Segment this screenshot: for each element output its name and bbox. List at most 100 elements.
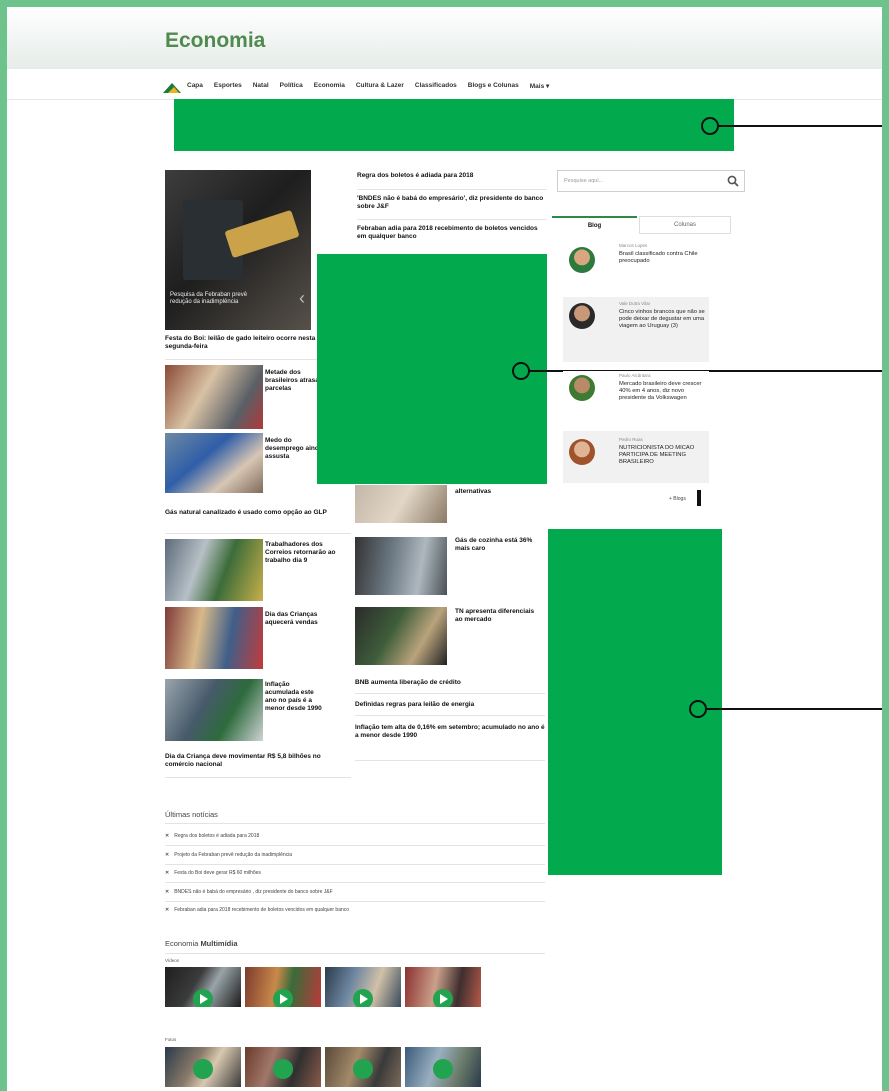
blog-title[interactable]: NUTRICIONISTA DO MICAO PARTICIPA DE MEET… bbox=[619, 445, 709, 466]
photo-icon[interactable] bbox=[433, 1059, 453, 1079]
page-title[interactable]: Economia bbox=[165, 29, 265, 53]
nav-item-blogs[interactable]: Blogs e Colunas bbox=[468, 82, 519, 90]
thumb-image[interactable] bbox=[165, 433, 263, 493]
headline-febraban[interactable]: Febraban adia para 2018 recebimento de b… bbox=[357, 225, 547, 241]
headline-bndes[interactable]: 'BNDES não é babá do empresário', diz pr… bbox=[357, 195, 547, 211]
tab-blog[interactable]: Blog bbox=[552, 216, 637, 234]
latest-news-text[interactable]: Febraban adia para 2018 recebimento de b… bbox=[174, 907, 349, 913]
play-icon[interactable] bbox=[273, 989, 293, 1007]
latest-news-text[interactable]: Festa do Boi deve gerar R$ 60 milhões bbox=[174, 870, 261, 876]
nav-item-esportes[interactable]: Esportes bbox=[214, 82, 242, 90]
nav-item-capa[interactable]: Capa bbox=[187, 82, 203, 90]
hero-caption[interactable]: Pesquisa da Febraban prevê redução da in… bbox=[170, 292, 270, 306]
latest-news-item[interactable]: ✕ BNDES não é babá do empresário , diz pr… bbox=[165, 889, 333, 895]
headline-dia-crianca[interactable]: Dia da Criança deve movimentar R$ 5,8 bi… bbox=[165, 753, 345, 769]
divider bbox=[165, 953, 545, 954]
blog-author[interactable]: Marcos Lopes bbox=[619, 243, 647, 248]
bullet-icon: ✕ bbox=[165, 907, 170, 913]
headline-leilao[interactable]: Definidas regras para leilão de energia bbox=[355, 701, 545, 709]
blog-title[interactable]: Mercado brasileiro deve crescer 40% em 4… bbox=[619, 381, 709, 402]
photo-thumb[interactable] bbox=[165, 1047, 241, 1087]
nav-item-cultura[interactable]: Cultura & Lazer bbox=[356, 82, 404, 90]
thumb-image[interactable] bbox=[355, 485, 447, 523]
list-item-alternativas[interactable]: alternativas bbox=[455, 488, 535, 496]
nav-item-politica[interactable]: Política bbox=[280, 82, 303, 90]
list-item-medo[interactable]: Medo do desemprego ainda assusta bbox=[265, 437, 325, 461]
thumb-image[interactable] bbox=[165, 539, 263, 601]
search-input[interactable]: Pesquise aqui... bbox=[564, 178, 603, 184]
divider bbox=[165, 901, 545, 902]
search-icon[interactable] bbox=[727, 175, 739, 187]
divider bbox=[165, 777, 351, 778]
latest-news-item[interactable]: ✕ Regra dos boletos é adiada para 2018 bbox=[165, 833, 259, 839]
photos-label: Fotos bbox=[165, 1037, 177, 1042]
search-box[interactable]: Pesquise aqui... bbox=[557, 170, 745, 192]
nav-item-economia[interactable]: Economia bbox=[314, 82, 345, 90]
list-item-tn[interactable]: TN apresenta diferenciais ao mercado bbox=[455, 608, 535, 624]
play-icon[interactable] bbox=[193, 989, 213, 1007]
headline-boletos[interactable]: Regra dos boletos é adiada para 2018 bbox=[357, 172, 547, 180]
photo-icon[interactable] bbox=[193, 1059, 213, 1079]
logo-icon[interactable] bbox=[163, 81, 181, 93]
thumb-image[interactable] bbox=[355, 607, 447, 665]
thumb-image[interactable] bbox=[165, 607, 263, 669]
nav-item-mais[interactable]: Mais ▾ bbox=[530, 82, 550, 90]
multimedia-title-bold: Multimídia bbox=[200, 939, 238, 948]
chevron-left-icon[interactable]: ‹ bbox=[299, 288, 305, 309]
callout-line-banner bbox=[718, 125, 882, 127]
photo-icon[interactable] bbox=[273, 1059, 293, 1079]
video-thumb[interactable] bbox=[325, 967, 401, 1007]
latest-news-item[interactable]: ✕ Projeto da Febraban prevê redução da in… bbox=[165, 852, 292, 858]
divider bbox=[355, 715, 545, 716]
play-icon[interactable] bbox=[353, 989, 373, 1007]
list-item-gas-cozinha[interactable]: Gás de cozinha está 36% mais caro bbox=[455, 537, 535, 553]
blog-item[interactable]: Pedro Ruas NUTRICIONISTA DO MICAO PARTIC… bbox=[563, 431, 709, 483]
avatar bbox=[569, 303, 595, 329]
blog-title[interactable]: Brasil classificado contra Chile preocup… bbox=[619, 251, 709, 265]
thumb-image[interactable] bbox=[165, 365, 263, 429]
latest-news-item[interactable]: ✕ Festa do Boi deve gerar R$ 60 milhões bbox=[165, 870, 261, 876]
latest-news-text[interactable]: BNDES não é babá do empresário , diz pre… bbox=[174, 889, 332, 895]
blog-author[interactable]: Vale Dutra Vilar bbox=[619, 301, 650, 306]
latest-news-item[interactable]: ✕ Febraban adia para 2018 recebimento de … bbox=[165, 907, 349, 913]
divider bbox=[165, 882, 545, 883]
photo-thumb[interactable] bbox=[325, 1047, 401, 1087]
photo-thumb[interactable] bbox=[405, 1047, 481, 1087]
nav-item-classificados[interactable]: Classificados bbox=[415, 82, 457, 90]
blog-item[interactable]: Marcos Lopes Brasil classificado contra … bbox=[563, 237, 709, 287]
divider bbox=[355, 693, 545, 694]
thumb-image[interactable] bbox=[165, 679, 263, 741]
list-item-correios[interactable]: Trabalhadores dos Correios retornarão ao… bbox=[265, 541, 343, 565]
latest-news-text[interactable]: Projeto da Febraban prevê redução da ina… bbox=[174, 852, 292, 858]
tab-colunas[interactable]: Colunas bbox=[639, 216, 731, 234]
list-item-metade[interactable]: Metade dos brasileiros atrasa parcelas bbox=[265, 369, 325, 393]
play-icon[interactable] bbox=[433, 989, 453, 1007]
more-blogs-link[interactable]: + Blogs bbox=[669, 496, 686, 502]
nav-items: Capa Esportes Natal Política Economia Cu… bbox=[187, 82, 549, 90]
blog-author[interactable]: Paulo Alcântara bbox=[619, 373, 651, 378]
video-thumb[interactable] bbox=[245, 967, 321, 1007]
hero-slideshow[interactable]: Pesquisa da Febraban prevê redução da in… bbox=[165, 170, 311, 330]
nav-item-natal[interactable]: Natal bbox=[253, 82, 269, 90]
headline-inflacao-setembro[interactable]: Inflação tem alta de 0,16% em setembro; … bbox=[355, 724, 545, 740]
callout-line-sidebar bbox=[706, 708, 882, 710]
headline-bnb[interactable]: BNB aumenta liberação de crédito bbox=[355, 679, 545, 687]
list-item-inflacao[interactable]: Inflação acumulada este ano no país é a … bbox=[265, 681, 325, 713]
blog-item[interactable]: Vale Dutra Vilar Cinco vinhos brancos qu… bbox=[563, 297, 709, 362]
photo-icon[interactable] bbox=[353, 1059, 373, 1079]
avatar bbox=[569, 247, 595, 273]
video-thumb[interactable] bbox=[165, 967, 241, 1007]
video-thumb[interactable] bbox=[405, 967, 481, 1007]
header-band bbox=[7, 7, 882, 69]
divider bbox=[357, 219, 547, 220]
callout-marker-sidebar bbox=[689, 700, 707, 718]
blog-author[interactable]: Pedro Ruas bbox=[619, 437, 643, 442]
list-item-criancas[interactable]: Dia das Crianças aquecerá vendas bbox=[265, 611, 345, 627]
headline-gas-natural[interactable]: Gás natural canalizado é usado como opçã… bbox=[165, 509, 345, 517]
thumb-image[interactable] bbox=[355, 537, 447, 595]
blog-title[interactable]: Cinco vinhos brancos que não se pode dei… bbox=[619, 309, 709, 330]
latest-news-text[interactable]: Regra dos boletos é adiada para 2018 bbox=[174, 833, 259, 839]
scrollbar-thumb[interactable] bbox=[697, 490, 701, 506]
blog-item[interactable]: Paulo Alcântara Mercado brasileiro deve … bbox=[563, 371, 709, 426]
photo-thumb[interactable] bbox=[245, 1047, 321, 1087]
